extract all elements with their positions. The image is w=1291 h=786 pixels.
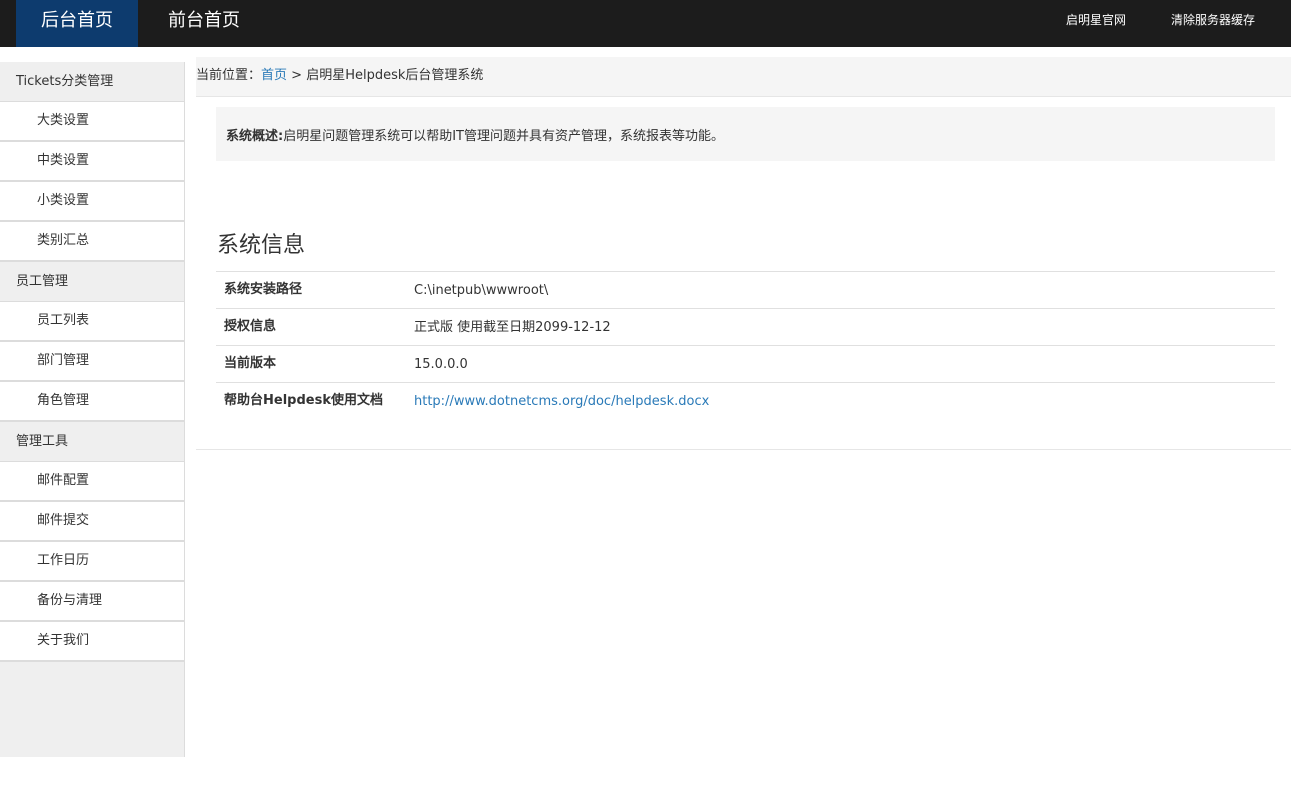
breadcrumb-prefix: 当前位置： [196,68,262,83]
overview-label: 系统概述: [226,129,284,144]
breadcrumb-separator: > [287,68,307,83]
docs-label: 帮助台Helpdesk使用文档 [224,393,383,408]
system-info-table: 系统安装路径 C:\inetpub\wwwroot\ 授权信息 正式版 使用截至… [216,271,1275,421]
sidebar-item-staff-list[interactable]: 员工列表 [0,302,184,342]
install-path-label: 系统安装路径 [224,282,303,297]
docs-link[interactable]: http://www.dotnetcms.org/doc/helpdesk.do… [414,394,709,409]
table-row: 帮助台Helpdesk使用文档 http://www.dotnetcms.org… [216,383,1275,421]
sidebar-item-departments[interactable]: 部门管理 [0,342,184,382]
sidebar-item-roles[interactable]: 角色管理 [0,382,184,422]
top-nav: 后台首页 前台首页 [16,0,270,47]
sidebar-group-tools[interactable]: 管理工具 [0,422,184,462]
sidebar-item-work-calendar[interactable]: 工作日历 [0,542,184,582]
sidebar-item-mail-submit[interactable]: 邮件提交 [0,502,184,542]
overview-text: 启明星问题管理系统可以帮助IT管理问题并具有资产管理，系统报表等功能。 [283,129,724,144]
install-path-value: C:\inetpub\wwwroot\ [414,283,549,298]
table-row: 系统安装路径 C:\inetpub\wwwroot\ [216,272,1275,309]
sidebar-group-staff[interactable]: 员工管理 [0,262,184,302]
main-content: 当前位置：首页 > 启明星Helpdesk后台管理系统 系统概述:启明星问题管理… [196,57,1291,450]
divider [196,449,1291,450]
docs-value: http://www.dotnetcms.org/doc/helpdesk.do… [414,383,709,421]
section-title: 系统信息 [217,233,306,258]
nav-backend-home[interactable]: 后台首页 [16,0,138,47]
sidebar: Tickets分类管理 大类设置 中类设置 小类设置 类别汇总 员工管理 员工列… [0,62,185,757]
sidebar-item-about-us[interactable]: 关于我们 [0,622,184,662]
table-row: 授权信息 正式版 使用截至日期2099-12-12 [216,309,1275,346]
sidebar-item-category-summary[interactable]: 类别汇总 [0,222,184,262]
breadcrumb-home-link[interactable]: 首页 [261,68,287,83]
table-row: 当前版本 15.0.0.0 [216,346,1275,383]
sidebar-item-major-category[interactable]: 大类设置 [0,102,184,142]
sidebar-item-mail-config[interactable]: 邮件配置 [0,462,184,502]
nav-frontend-home[interactable]: 前台首页 [138,0,270,47]
sidebar-item-backup-cleanup[interactable]: 备份与清理 [0,582,184,622]
clear-cache-link[interactable]: 清除服务器缓存 [1171,12,1255,28]
breadcrumb: 当前位置：首页 > 启明星Helpdesk后台管理系统 [196,57,1291,97]
official-site-link[interactable]: 启明星官网 [1066,12,1126,28]
sidebar-item-middle-category[interactable]: 中类设置 [0,142,184,182]
sidebar-group-tickets[interactable]: Tickets分类管理 [0,62,184,102]
top-bar: 后台首页 前台首页 启明星官网 清除服务器缓存 [0,0,1291,47]
system-overview: 系统概述:启明星问题管理系统可以帮助IT管理问题并具有资产管理，系统报表等功能。 [216,107,1275,161]
breadcrumb-current: 启明星Helpdesk后台管理系统 [306,68,484,83]
version-label: 当前版本 [224,356,277,371]
version-value: 15.0.0.0 [414,357,468,372]
license-label: 授权信息 [224,319,277,334]
sidebar-item-minor-category[interactable]: 小类设置 [0,182,184,222]
license-value: 正式版 使用截至日期2099-12-12 [414,320,611,335]
